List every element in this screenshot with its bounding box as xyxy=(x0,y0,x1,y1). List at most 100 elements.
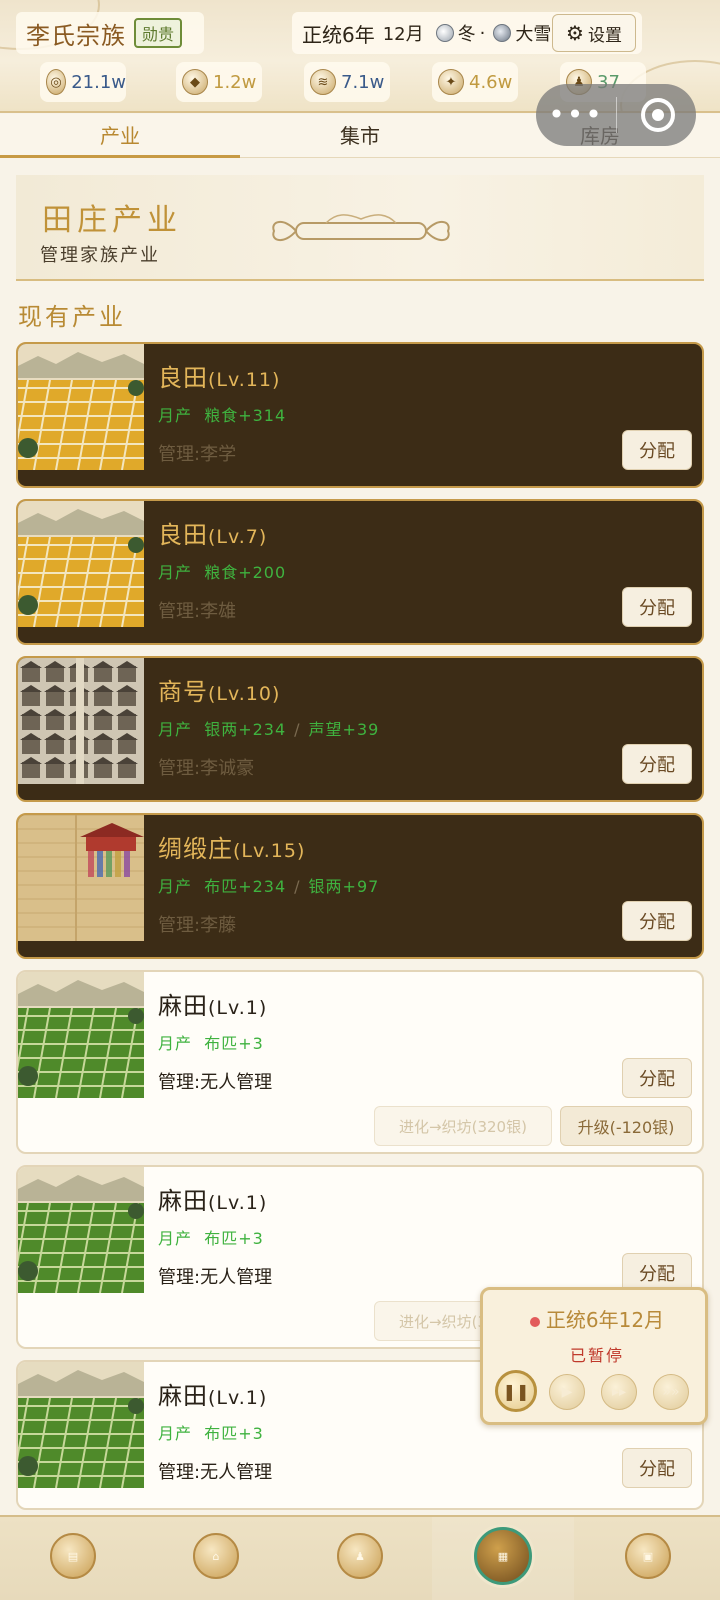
pause-button[interactable]: ❚❚ xyxy=(495,1370,537,1412)
bottom-navigation: ▤ ⌂ ♟ ▦ ▣ xyxy=(0,1515,720,1600)
property-manager: 管理:李诚豪 xyxy=(158,758,255,779)
output-value: 银两+234 xyxy=(204,720,287,739)
assign-button[interactable]: 分配 xyxy=(622,1448,692,1488)
banner-title: 田庄产业 xyxy=(42,203,182,238)
season-label: 冬 xyxy=(457,24,476,45)
capsule-divider xyxy=(616,97,617,133)
property-level: (Lv.15) xyxy=(233,840,306,862)
output-separator: / xyxy=(294,877,301,896)
weather-label: 大雪 xyxy=(515,24,552,45)
section-title: 现有产业 xyxy=(18,303,126,331)
property-name: 麻田(Lv.1) xyxy=(158,986,267,1021)
property-manager: 管理:李学 xyxy=(158,444,237,465)
assign-button[interactable]: 分配 xyxy=(622,430,692,470)
time-control-panel: 正统6年12月 已暂停 ❚❚ ▶ ▸▸ »» xyxy=(480,1287,708,1425)
output-label: 月产 xyxy=(158,877,193,896)
property-card[interactable]: 良田(Lv.7) 月产 粮食+200 管理:李雄 分配 xyxy=(16,499,704,645)
fastest-forward-button[interactable]: »» xyxy=(653,1374,689,1410)
property-name: 麻田(Lv.1) xyxy=(158,1181,267,1216)
monthly-output: 月产 粮食+200 xyxy=(158,559,286,583)
snow-icon xyxy=(493,24,512,42)
property-level: (Lv.1) xyxy=(208,1387,268,1409)
assign-button[interactable]: 分配 xyxy=(622,587,692,627)
assign-button[interactable]: 分配 xyxy=(622,744,692,784)
output-value: 布匹+3 xyxy=(204,1424,264,1443)
property-name: 良田(Lv.11) xyxy=(158,358,280,393)
date-weather-bar: 正统6年 12月 冬 · 大雪 ⚙ 设置 xyxy=(292,12,642,54)
property-card[interactable]: 麻田(Lv.1) 月产 布匹+3 管理:无人管理 分配进化→织坊(320银)升级(-1… xyxy=(16,970,704,1154)
clock-date: 正统6年12月 xyxy=(483,1304,711,1333)
output-label: 月产 xyxy=(158,563,193,582)
estate-icon[interactable]: ▦ xyxy=(474,1527,532,1585)
monthly-output: 月产 布匹+234 / 银两+97 xyxy=(158,873,379,897)
prestige-icon: ✦ xyxy=(438,69,464,95)
clock-date-text: 正统6年12月 xyxy=(545,1308,665,1332)
output-value: 银两+97 xyxy=(308,877,380,896)
close-target-icon[interactable] xyxy=(641,98,675,132)
settings-button[interactable]: ⚙ 设置 xyxy=(552,14,636,52)
property-name: 绸缎庄(Lv.15) xyxy=(158,829,305,864)
property-manager: 管理:无人管理 xyxy=(158,1267,273,1288)
assign-button[interactable]: 分配 xyxy=(622,1058,692,1098)
current-month: 12月 xyxy=(382,24,424,45)
clan-info[interactable]: 李氏宗族 勋贵 xyxy=(16,12,204,54)
output-label: 月产 xyxy=(158,1424,193,1443)
resource-value: 21.1w xyxy=(71,71,126,93)
output-value: 粮食+314 xyxy=(204,406,287,425)
banner-subtitle: 管理家族产业 xyxy=(40,245,160,266)
output-separator: / xyxy=(294,720,301,739)
cloth-icon: ≋ xyxy=(310,69,336,95)
assign-button[interactable]: 分配 xyxy=(622,901,692,941)
output-label: 月产 xyxy=(158,406,193,425)
monthly-output: 月产 粮食+314 xyxy=(158,402,286,426)
play-button[interactable]: ▶ xyxy=(549,1374,585,1410)
silver-icon: ◎ xyxy=(46,69,67,95)
property-level: (Lv.7) xyxy=(208,526,268,548)
hemp-field-image xyxy=(18,972,144,1099)
clan-rank-badge: 勋贵 xyxy=(134,18,183,48)
grain-sack-icon: ◆ xyxy=(182,69,208,95)
tab-industry[interactable]: 产业 xyxy=(0,114,240,158)
tab-market[interactable]: 集市 xyxy=(240,114,480,157)
property-manager: 管理:无人管理 xyxy=(158,1462,273,1483)
output-value: 布匹+3 xyxy=(204,1229,264,1248)
people-icon[interactable]: ♟ xyxy=(337,1533,383,1579)
property-title: 商号 xyxy=(158,678,208,706)
more-menu-icon[interactable]: ••• xyxy=(536,84,616,146)
property-card[interactable]: 商号(Lv.10) 月产 银两+234 / 声望+39 管理:李诚豪 分配 xyxy=(16,656,704,802)
property-card[interactable]: 绸缎庄(Lv.15) 月产 布匹+234 / 银两+97 管理:李藤 分配 xyxy=(16,813,704,959)
current-year: 正统6年 xyxy=(302,22,375,47)
yin-yang-icon xyxy=(435,24,454,42)
output-value: 布匹+3 xyxy=(204,1034,264,1053)
resource-value: 1.2w xyxy=(213,71,257,93)
gear-icon: ⚙ xyxy=(566,21,584,45)
property-level: (Lv.11) xyxy=(208,369,281,391)
fast-forward-button[interactable]: ▸▸ xyxy=(601,1374,637,1410)
storehouse-icon[interactable]: ▣ xyxy=(625,1533,671,1579)
resource-silver[interactable]: ◎ 21.1w xyxy=(40,62,126,102)
market-town-image xyxy=(18,658,144,784)
resource-value: 7.1w xyxy=(341,71,385,93)
rice-field-image xyxy=(18,501,144,628)
property-level: (Lv.1) xyxy=(208,1192,268,1214)
property-title: 麻田 xyxy=(158,1187,208,1215)
rice-field-image xyxy=(18,344,144,471)
settings-label: 设置 xyxy=(587,25,622,46)
property-manager: 管理:李藤 xyxy=(158,915,237,936)
property-name: 麻田(Lv.1) xyxy=(158,1376,267,1411)
book-icon[interactable]: ▤ xyxy=(50,1533,96,1579)
resource-prestige[interactable]: ✦ 4.6w xyxy=(432,62,518,102)
upgrade-button[interactable]: 升级(-120银) xyxy=(560,1106,692,1146)
separator-dot: · xyxy=(479,22,486,44)
pavilion-icon[interactable]: ⌂ xyxy=(193,1533,239,1579)
resource-grain[interactable]: ◆ 1.2w xyxy=(176,62,262,102)
property-manager: 管理:无人管理 xyxy=(158,1072,273,1093)
output-label: 月产 xyxy=(158,1229,193,1248)
evolve-button[interactable]: 进化→织坊(320银) xyxy=(374,1106,552,1146)
silk-shop-image xyxy=(18,815,144,941)
property-name: 良田(Lv.7) xyxy=(158,515,267,550)
output-value: 声望+39 xyxy=(308,720,380,739)
property-card[interactable]: 良田(Lv.11) 月产 粮食+314 管理:李学 分配 xyxy=(16,342,704,488)
resource-cloth[interactable]: ≋ 7.1w xyxy=(304,62,390,102)
clock-status: 已暂停 xyxy=(569,1346,624,1365)
